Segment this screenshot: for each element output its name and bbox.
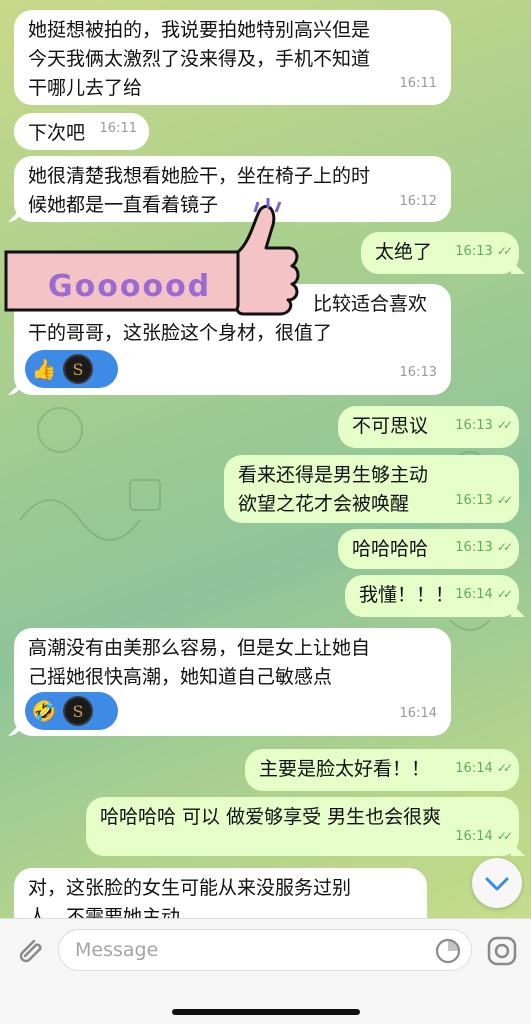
outgoing-message[interactable]: 哈哈哈哈 可以 做爱够享受 男生也会很爽 16:14 ✓✓ xyxy=(86,797,519,856)
double-check-icon: ✓✓ xyxy=(496,418,513,432)
laughing-reaction-icon: 🤣 xyxy=(31,699,57,723)
reaction-badge[interactable]: 👍 S xyxy=(25,350,118,388)
message-time: 16:12 xyxy=(399,194,437,209)
double-check-icon: ✓✓ xyxy=(496,761,513,775)
double-check-icon: ✓✓ xyxy=(496,493,513,507)
message-text: 下次吧 xyxy=(28,122,86,144)
message-text: 干哪儿去了给 xyxy=(28,77,143,99)
home-indicator xyxy=(172,1009,360,1015)
double-check-icon: ✓✓ xyxy=(496,244,513,258)
message-time-value: 16:14 xyxy=(455,587,493,602)
message-text: 对，这张脸的女生可能从来没服务过别 xyxy=(28,877,352,899)
message-time-value: 16:13 xyxy=(455,540,493,555)
message-text: 哈哈哈哈 xyxy=(352,538,429,560)
sticker-text: Goooood xyxy=(48,269,211,304)
scroll-down-button[interactable] xyxy=(472,858,522,908)
attach-icon[interactable] xyxy=(10,931,50,971)
chevron-down-icon xyxy=(485,877,509,891)
avatar: S xyxy=(63,354,93,384)
thumbs-up-reaction-icon: 👍 xyxy=(31,357,57,381)
message-time-value: 16:14 xyxy=(455,761,493,776)
incoming-message[interactable]: 下次吧 16:11 xyxy=(14,113,149,150)
message-time-value: 16:13 xyxy=(455,493,493,508)
message-input-placeholder: Message xyxy=(75,939,159,961)
message-text: 主要是脸太好看！！ xyxy=(259,758,431,780)
composer-bar: Message xyxy=(0,918,531,1024)
outgoing-message[interactable]: 我懂！！！ 16:14 ✓✓ xyxy=(345,575,519,617)
message-time: 16:14 ✓✓ xyxy=(455,580,513,609)
outgoing-message[interactable]: 看来还得是男生够主动 欲望之花才会被唤醒 16:13 ✓✓ xyxy=(224,455,519,523)
message-time: 16:13 ✓✓ xyxy=(455,237,513,266)
message-time-value: 16:14 xyxy=(455,829,493,844)
message-text: 太绝了 xyxy=(375,241,433,263)
message-time: 16:11 xyxy=(99,121,137,136)
message-text: 今天我俩太激烈了没来得及，手机不知道 xyxy=(28,48,371,70)
message-time: 16:13 ✓✓ xyxy=(455,411,513,440)
message-text: 己摇她很快高潮，她知道自己敏感点 xyxy=(28,666,333,688)
double-check-icon: ✓✓ xyxy=(496,829,513,843)
outgoing-message[interactable]: 哈哈哈哈 16:13 ✓✓ xyxy=(338,529,519,569)
message-time: 16:13 xyxy=(399,365,437,380)
reaction-badge[interactable]: 🤣 S xyxy=(25,692,118,730)
message-input[interactable]: Message xyxy=(58,929,472,971)
double-check-icon: ✓✓ xyxy=(496,587,513,601)
message-text: 不可思议 xyxy=(352,415,429,437)
message-time-value: 16:13 xyxy=(455,244,493,259)
message-time: 16:14 xyxy=(399,706,437,721)
incoming-message[interactable]: 她挺想被拍的，我说要拍她特别高兴但是 今天我俩太激烈了没来得及，手机不知道 干哪… xyxy=(14,10,451,105)
outgoing-message[interactable]: 太绝了 16:13 ✓✓ xyxy=(361,232,519,274)
message-text: 我懂！！！ xyxy=(359,584,455,606)
camera-icon[interactable] xyxy=(482,931,522,971)
message-time-value: 16:13 xyxy=(455,418,493,433)
double-check-icon: ✓✓ xyxy=(496,540,513,554)
message-time: 16:14 ✓✓ xyxy=(455,822,513,851)
message-text: 哈哈哈哈 可以 做爱够享受 男生也会很爽 xyxy=(100,806,442,828)
message-time: 16:13 ✓✓ xyxy=(455,533,513,562)
outgoing-message[interactable]: 不可思议 16:13 ✓✓ xyxy=(338,406,519,448)
avatar: S xyxy=(63,696,93,726)
thumbs-up-sticker[interactable]: Goooood xyxy=(0,190,310,320)
outgoing-message[interactable]: 主要是脸太好看！！ 16:14 ✓✓ xyxy=(245,749,519,791)
message-text: 干的哥哥，这张脸这个身材，很值了 xyxy=(28,322,333,344)
sticker-icon[interactable] xyxy=(433,936,463,966)
message-text: 她很清楚我想看她脸干，坐在椅子上的时 xyxy=(28,165,371,187)
message-time: 16:14 ✓✓ xyxy=(455,754,513,783)
message-time: 16:11 xyxy=(399,76,437,91)
message-text: 她挺想被拍的，我说要拍她特别高兴但是 xyxy=(28,19,371,41)
message-time: 16:13 ✓✓ xyxy=(455,486,513,515)
message-text: 高潮没有由美那么容易，但是女上让她自 xyxy=(28,637,371,659)
